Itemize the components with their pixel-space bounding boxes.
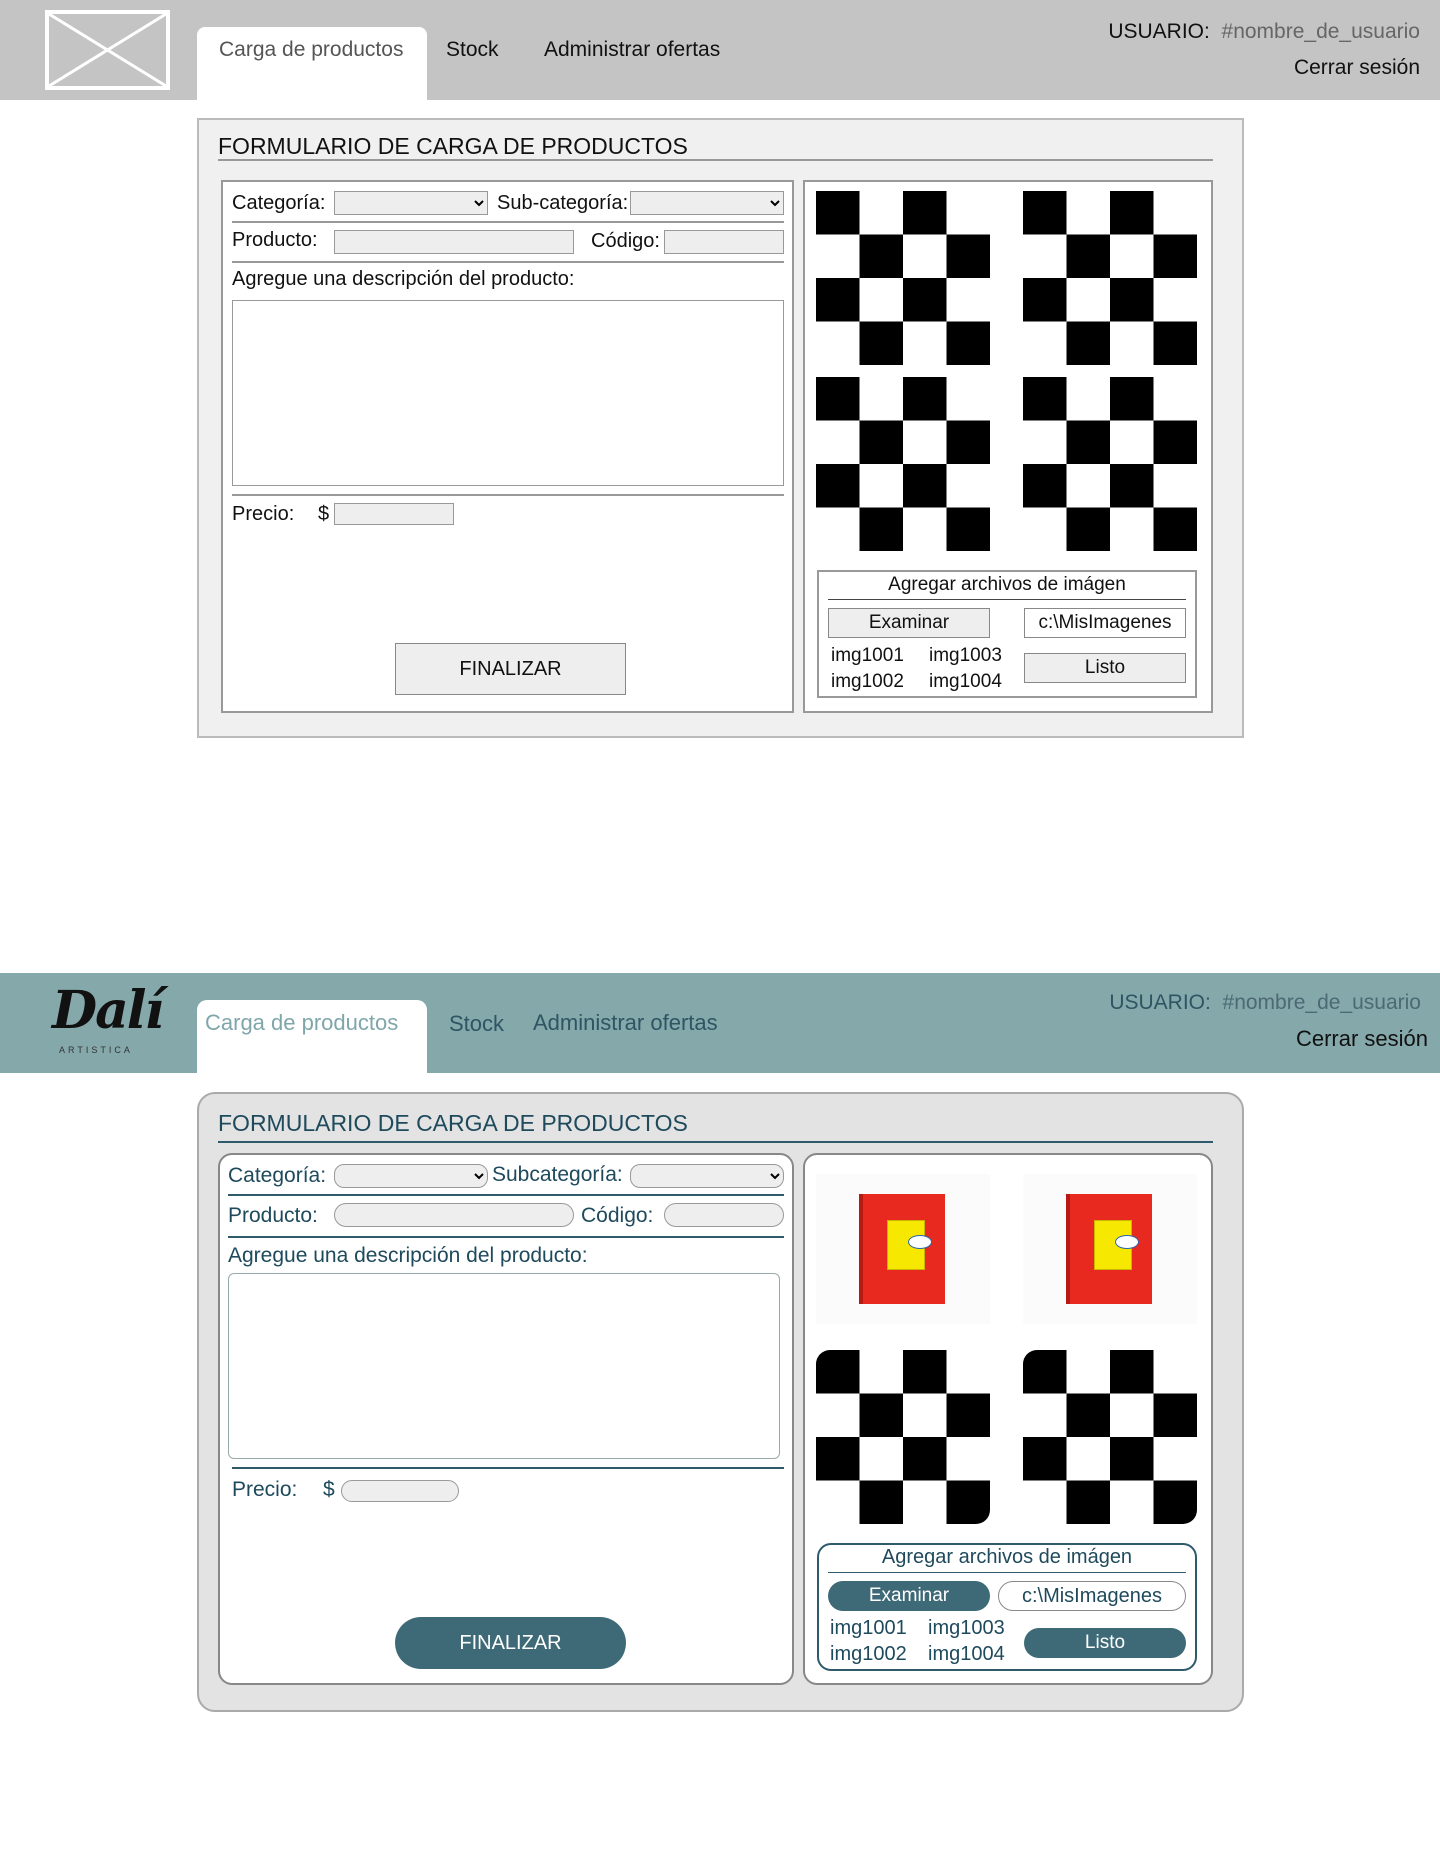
file-name[interactable]: img1004 <box>928 1643 1005 1666</box>
currency-symbol: $ <box>318 503 330 525</box>
form-title: FORMULARIO DE CARGA DE PRODUCTOS <box>218 133 688 159</box>
code-label: Código: <box>591 230 660 252</box>
finalizar-button[interactable]: FINALIZAR <box>395 643 626 695</box>
code-label: Código: <box>581 1204 654 1227</box>
description-label: Agregue una descripción del producto: <box>228 1244 588 1267</box>
product-image-thumbnail[interactable] <box>1023 1174 1197 1324</box>
image-placeholder-icon[interactable] <box>816 377 990 551</box>
subcategory-label: Sub-categoría: <box>497 192 629 214</box>
path-field[interactable]: c:\MisImagenes <box>998 1581 1186 1611</box>
price-input[interactable] <box>334 503 454 525</box>
subcategory-select[interactable] <box>630 1164 784 1188</box>
tab-label[interactable]: Carga de productos <box>205 1010 398 1036</box>
file-name[interactable]: img1001 <box>831 645 904 667</box>
image-placeholder-icon[interactable] <box>816 191 990 365</box>
file-name[interactable]: img1002 <box>830 1643 907 1666</box>
brand-badge-icon <box>908 1235 932 1249</box>
divider <box>232 261 784 263</box>
code-input[interactable] <box>664 230 784 254</box>
description-textarea[interactable] <box>232 300 784 486</box>
currency-symbol: $ <box>323 1478 335 1501</box>
divider <box>232 221 784 223</box>
tab-stock[interactable]: Stock <box>446 38 499 62</box>
browse-button[interactable]: Examinar <box>828 608 990 638</box>
divider <box>218 1141 1213 1143</box>
file-name[interactable]: img1003 <box>928 1617 1005 1640</box>
divider <box>828 599 1186 600</box>
category-label: Categoría: <box>232 192 326 214</box>
done-button[interactable]: Listo <box>1024 653 1186 683</box>
divider <box>228 1236 784 1238</box>
path-field[interactable]: c:\MisImagenes <box>1024 608 1186 638</box>
divider <box>232 494 784 496</box>
category-select[interactable] <box>334 191 488 215</box>
divider <box>218 159 1213 161</box>
user-label: USUARIO: <box>1109 991 1211 1014</box>
file-name[interactable]: img1002 <box>831 671 904 693</box>
file-name[interactable]: img1004 <box>929 671 1002 693</box>
notebook-icon <box>1066 1194 1152 1304</box>
product-image-thumbnail[interactable] <box>816 1174 990 1324</box>
username: #nombre_de_usuario <box>1222 991 1421 1014</box>
category-label: Categoría: <box>228 1164 327 1187</box>
product-label: Producto: <box>232 229 318 251</box>
description-textarea[interactable] <box>228 1273 780 1459</box>
image-placeholder-icon[interactable] <box>1023 377 1197 551</box>
image-placeholder-icon[interactable] <box>1023 191 1197 365</box>
price-input[interactable] <box>341 1480 459 1502</box>
user-panel: USUARIO: #nombre_de_usuario Cerrar sesió… <box>1109 985 1428 1057</box>
image-placeholder-icon[interactable] <box>1023 1350 1197 1524</box>
user-label: USUARIO: <box>1108 20 1210 43</box>
divider <box>232 1467 784 1469</box>
done-button[interactable]: Listo <box>1024 1628 1186 1658</box>
price-label: Precio: <box>232 1478 298 1501</box>
divider <box>828 1572 1186 1573</box>
product-input[interactable] <box>334 230 574 254</box>
brand-logo-sub: ARTISTICA <box>59 1045 133 1055</box>
upload-title: Agregar archivos de imágen <box>888 574 1126 595</box>
notebook-icon <box>859 1194 945 1304</box>
tab-administrar-ofertas[interactable]: Administrar ofertas <box>544 38 720 62</box>
code-input[interactable] <box>664 1203 784 1227</box>
description-label: Agregue una descripción del producto: <box>232 268 575 290</box>
divider <box>228 1194 784 1196</box>
image-placeholder-icon[interactable] <box>816 1350 990 1524</box>
notebook-label-icon <box>887 1220 932 1270</box>
user-panel: USUARIO: #nombre_de_usuario Cerrar sesió… <box>1108 14 1420 86</box>
price-label: Precio: <box>232 503 295 525</box>
product-input[interactable] <box>334 1203 574 1227</box>
finalizar-button[interactable]: FINALIZAR <box>395 1617 626 1669</box>
tab-administrar-ofertas[interactable]: Administrar ofertas <box>533 1010 718 1036</box>
file-name[interactable]: img1001 <box>830 1617 907 1640</box>
form-title: FORMULARIO DE CARGA DE PRODUCTOS <box>218 1110 688 1136</box>
brand-badge-icon <box>1115 1235 1139 1249</box>
upload-title: Agregar archivos de imágen <box>881 1546 1133 1568</box>
subcategory-label: Subcategoría: <box>492 1163 623 1186</box>
logout-link[interactable]: Cerrar sesión <box>1109 1021 1428 1057</box>
tab-stock[interactable]: Stock <box>449 1011 504 1037</box>
notebook-label-icon <box>1094 1220 1139 1270</box>
file-name[interactable]: img1003 <box>929 645 1002 667</box>
tab-label[interactable]: Carga de productos <box>219 38 403 62</box>
browse-button[interactable]: Examinar <box>828 1581 990 1611</box>
username: #nombre_de_usuario <box>1221 20 1420 43</box>
category-select[interactable] <box>334 1164 488 1188</box>
subcategory-select[interactable] <box>630 191 784 215</box>
logout-link[interactable]: Cerrar sesión <box>1108 50 1420 86</box>
brand-logo[interactable]: Dalí <box>52 980 164 1041</box>
product-label: Producto: <box>228 1204 318 1227</box>
logo-placeholder-icon[interactable] <box>45 10 170 90</box>
